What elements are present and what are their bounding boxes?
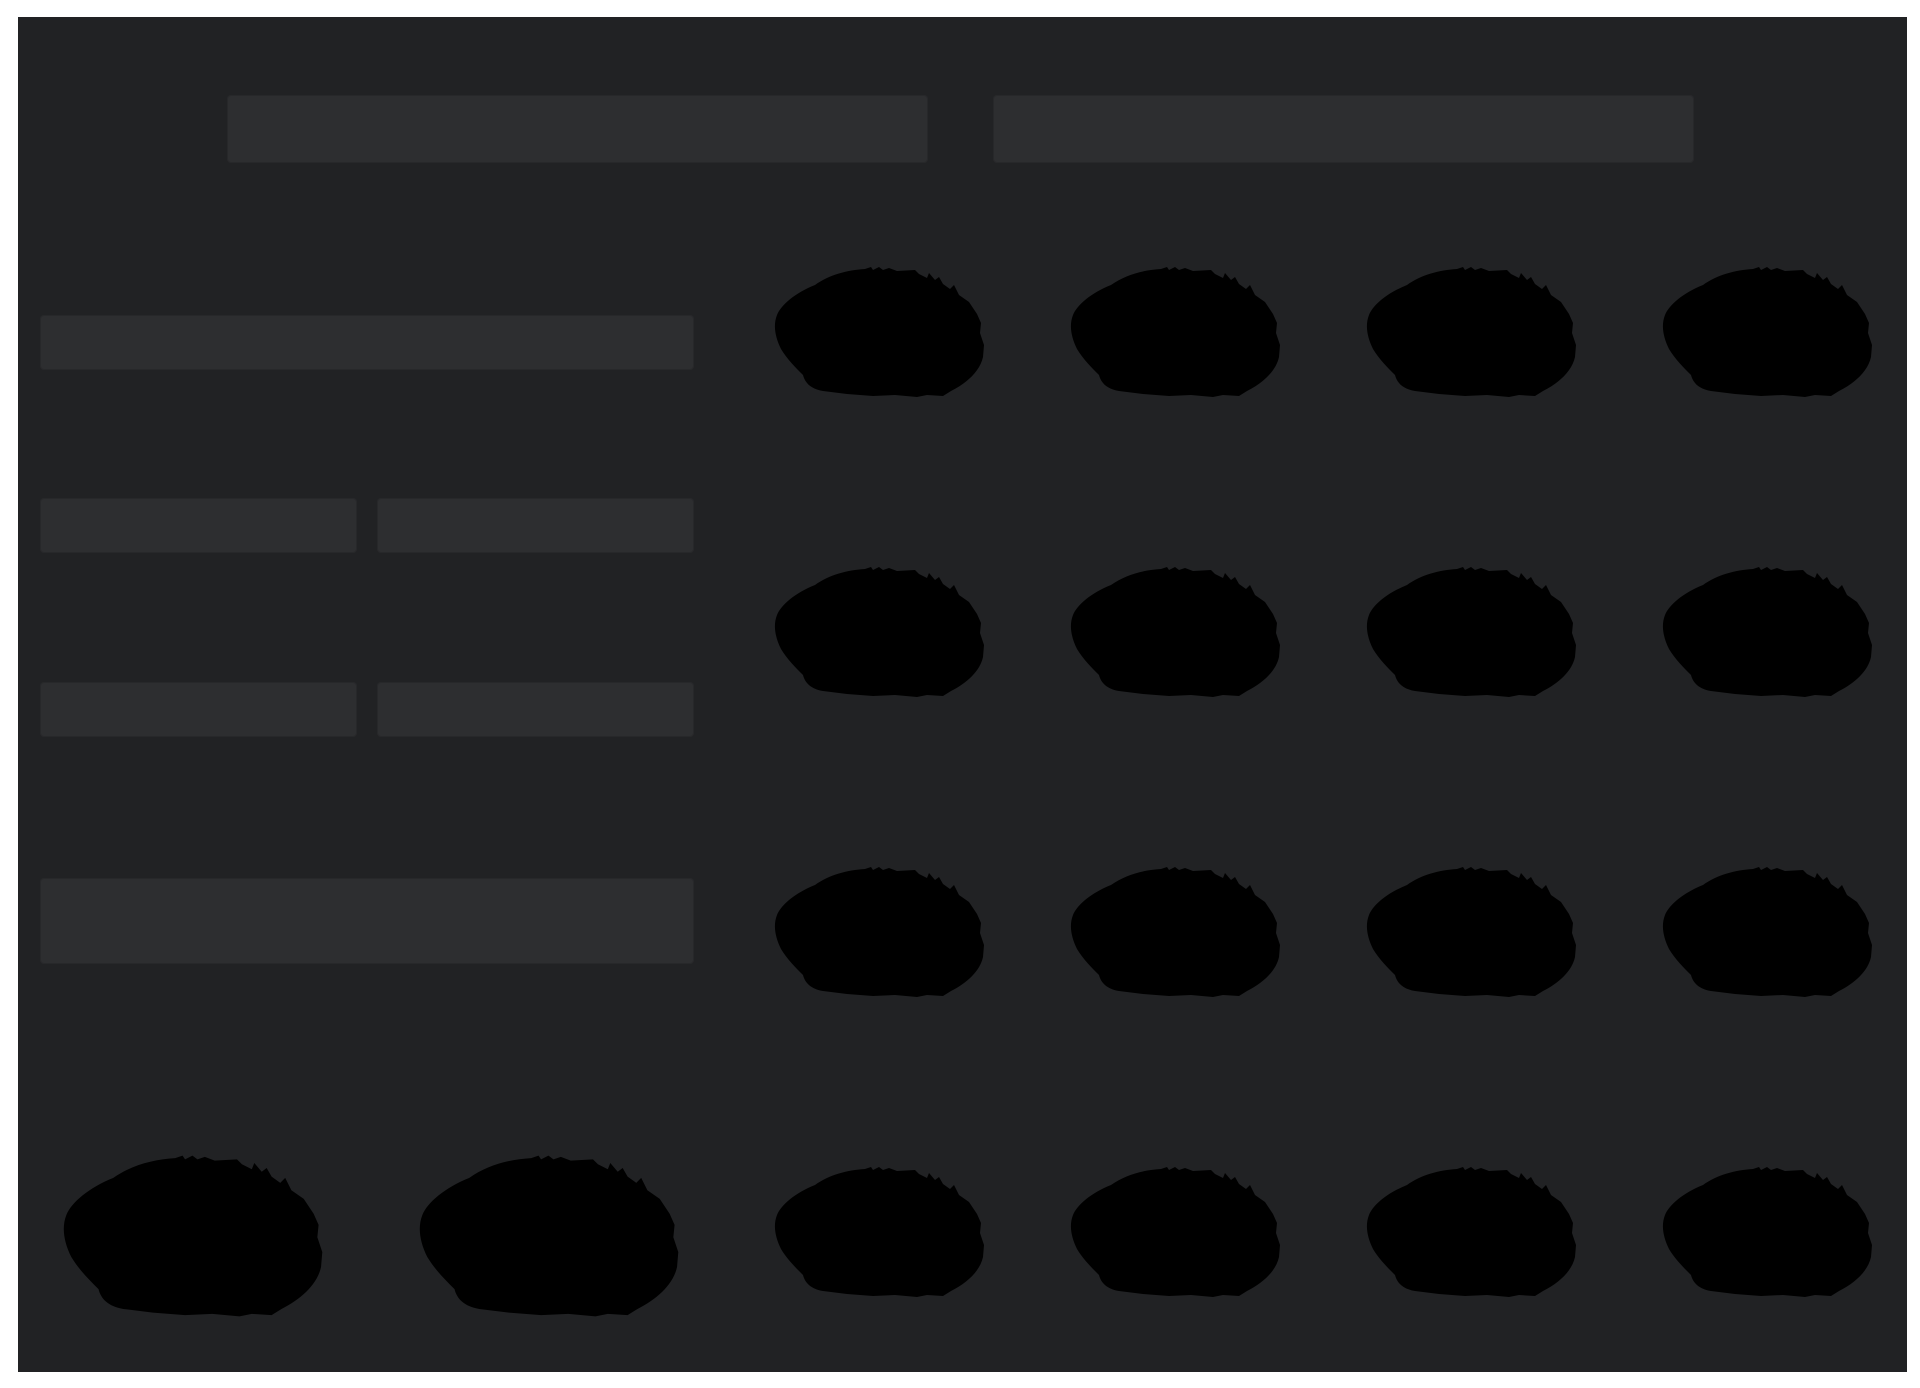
main-panel	[18, 17, 1907, 1372]
unknown-token-r1-c4[interactable]	[1655, 267, 1875, 397]
unknown-token-large-1[interactable]	[54, 1155, 326, 1317]
top-bar-right[interactable]	[993, 95, 1694, 163]
unknown-token-r2-c4[interactable]	[1655, 567, 1875, 697]
unknown-token-r3-c2[interactable]	[1063, 867, 1283, 997]
unknown-token-r1-c2[interactable]	[1063, 267, 1283, 397]
unknown-token-r3-c1[interactable]	[767, 867, 987, 997]
unknown-token-r1-c3[interactable]	[1359, 267, 1579, 397]
field-row-3-left[interactable]	[40, 682, 357, 737]
unknown-token-r3-c3[interactable]	[1359, 867, 1579, 997]
unknown-token-r4-c4[interactable]	[1655, 1167, 1875, 1297]
field-row-3-right[interactable]	[377, 682, 694, 737]
field-row-2-left[interactable]	[40, 498, 357, 553]
unknown-token-r3-c4[interactable]	[1655, 867, 1875, 997]
unknown-token-r4-c2[interactable]	[1063, 1167, 1283, 1297]
top-bar-left[interactable]	[227, 95, 928, 163]
field-row-4[interactable]	[40, 878, 694, 964]
unknown-token-r1-c1[interactable]	[767, 267, 987, 397]
unknown-token-large-2[interactable]	[410, 1155, 682, 1317]
unknown-token-r4-c1[interactable]	[767, 1167, 987, 1297]
unknown-token-r2-c3[interactable]	[1359, 567, 1579, 697]
field-row-2-right[interactable]	[377, 498, 694, 553]
unknown-token-r2-c1[interactable]	[767, 567, 987, 697]
unknown-token-r4-c3[interactable]	[1359, 1167, 1579, 1297]
unknown-token-r2-c2[interactable]	[1063, 567, 1283, 697]
field-row-1[interactable]	[40, 315, 694, 370]
